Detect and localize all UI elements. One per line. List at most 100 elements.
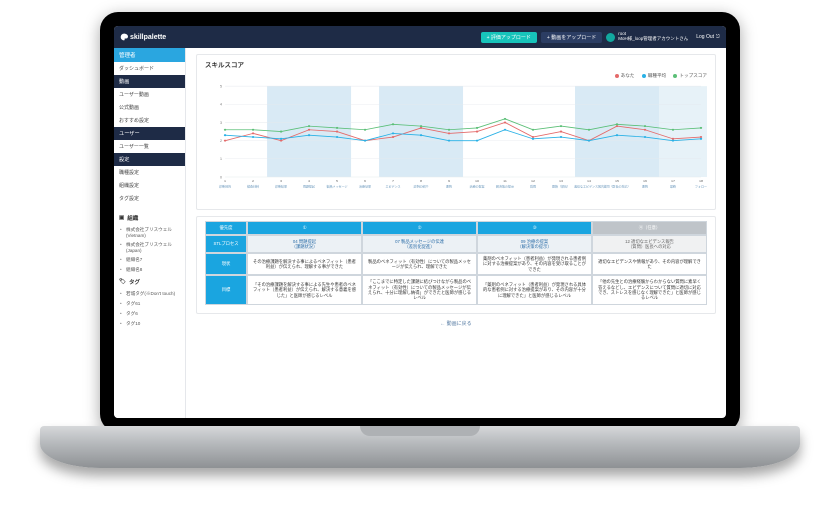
main-content: スキルスコア あなた 職種平均 トップスコア 0123451診断目的2検査材料3… xyxy=(186,48,726,418)
table-head-target: 目標 xyxy=(205,275,247,305)
svg-text:問題提起: 問題提起 xyxy=(303,185,315,189)
sidebar-org-item[interactable]: 組織名8 xyxy=(114,265,185,275)
palette-icon xyxy=(120,33,128,41)
svg-text:13: 13 xyxy=(559,179,563,183)
svg-text:12: 12 xyxy=(531,179,535,183)
svg-text:3: 3 xyxy=(280,179,282,183)
svg-text:9: 9 xyxy=(448,179,450,183)
table-head-process: STLプロセス xyxy=(205,235,247,253)
svg-text:6: 6 xyxy=(364,179,366,183)
table-current-cell: 薬剤のベネフィット（患者利益）が発現される患者例に対する治療提案があり、その内容… xyxy=(477,253,592,275)
brand-logo: skillpalette xyxy=(120,33,166,41)
table-process-cell: 07 製品メッセージの伝達（差別化促進） xyxy=(362,235,477,253)
svg-text:検査材料: 検査材料 xyxy=(247,185,259,189)
sidebar-org-item[interactable]: 株式会社ブリスウェル (Japan) xyxy=(114,240,185,255)
user-name-line: MoH様_loop管理者アカウントさん xyxy=(618,37,688,42)
table-priority-cell: ③ xyxy=(477,221,592,235)
svg-text:要約: 要約 xyxy=(446,185,452,189)
sidebar-head-user: ユーザー xyxy=(114,127,185,140)
laptop-base xyxy=(40,426,800,468)
back-to-video-link[interactable]: ← 動画に戻る xyxy=(196,320,716,327)
svg-text:1: 1 xyxy=(224,179,226,183)
table-process-cell: 12 適切なエビデンス報告（質問）医長への対応 xyxy=(592,235,707,253)
table-current-cell: その治療課題を解決する事によるベネフィット（患者利益）が伝えられ、理解する事がで… xyxy=(247,253,362,275)
svg-text:診断目的: 診断目的 xyxy=(219,185,231,189)
table-column: ①04 問題提起（課題状況）その治療課題を解決する事によるベネフィット（患者利益… xyxy=(247,221,362,305)
svg-text:0: 0 xyxy=(220,176,222,180)
org-icon: ▣ xyxy=(119,215,124,221)
svg-text:最終: 最終 xyxy=(670,185,676,189)
sidebar-tag-item[interactable]: タグ10 xyxy=(114,319,185,329)
svg-text:症例の紹介: 症例の紹介 xyxy=(414,185,429,189)
svg-text:18: 18 xyxy=(699,179,703,183)
sidebar-org-item[interactable]: 株式会社ブリスウェル (Vietnam) xyxy=(114,225,185,240)
svg-text:14: 14 xyxy=(587,179,591,183)
svg-text:10: 10 xyxy=(475,179,479,183)
table-head-current: 現状 xyxy=(205,253,247,275)
sidebar-item-tag-setting[interactable]: タグ設定 xyxy=(114,192,185,205)
skill-score-panel: スキルスコア あなた 職種平均 トップスコア 0123451診断目的2検査材料3… xyxy=(196,54,716,210)
table-priority-cell: ② xyxy=(362,221,477,235)
avatar xyxy=(606,33,615,42)
table-process-cell: 09 治療の提案（解決策の提示） xyxy=(477,235,592,253)
sidebar-tag-item[interactable]: タグ61 xyxy=(114,299,185,309)
svg-text:診断結果: 診断結果 xyxy=(275,185,287,189)
table-column: ②07 製品メッセージの伝達（差別化促進）製品のベネフィット（有効性）についての… xyxy=(362,221,477,305)
svg-text:要約: 要約 xyxy=(642,185,648,189)
table-priority-cell: ④（任意） xyxy=(592,221,707,235)
sidebar-item-recommend[interactable]: おすすめ設定 xyxy=(114,114,185,127)
rubric-table: 優先度STLプロセス現状目標①04 問題提起（課題状況）その治療課題を解決する事… xyxy=(196,216,716,314)
svg-text:5: 5 xyxy=(220,85,222,89)
sidebar-tag-item[interactable]: 若城タグ(※Don't touch) xyxy=(114,289,185,299)
table-column: ③09 治療の提案（解決策の提示）薬剤のベネフィット（患者利益）が発現される患者… xyxy=(477,221,592,305)
sidebar-item-dashboard[interactable]: ダッシュボード xyxy=(114,62,185,75)
table-process-cell: 04 問題提起（課題状況） xyxy=(247,235,362,253)
sidebar-item-job-setting[interactable]: 職種設定 xyxy=(114,166,185,179)
sidebar-item-org-setting[interactable]: 組織設定 xyxy=(114,179,185,192)
svg-text:質問（医長の対応）: 質問（医長の対応） xyxy=(603,185,630,189)
panel-title: スキルスコア xyxy=(205,59,707,69)
svg-text:15: 15 xyxy=(615,179,619,183)
app-header: skillpalette + 評価アップロード + 動画をアップロード root… xyxy=(114,26,726,48)
sidebar-org-title: ▣ 組織 xyxy=(114,211,185,225)
skill-score-chart: 0123451診断目的2検査材料3診断結果4問題提起5製品メッセージ6治療効果7… xyxy=(205,81,707,201)
svg-text:解決策の提示: 解決策の提示 xyxy=(496,185,514,189)
sidebar-org-item[interactable]: 組織名7 xyxy=(114,255,185,265)
svg-text:治療の提案: 治療の提案 xyxy=(469,185,484,189)
svg-text:17: 17 xyxy=(671,179,675,183)
svg-text:4: 4 xyxy=(308,179,310,183)
upload-evaluation-button[interactable]: + 評価アップロード xyxy=(481,32,537,43)
svg-text:2: 2 xyxy=(220,139,222,143)
svg-text:適切なエビデンス報告: 適切なエビデンス報告 xyxy=(574,185,604,189)
svg-text:8: 8 xyxy=(420,179,422,183)
svg-text:エビデンス: エビデンス xyxy=(386,185,401,189)
table-current-cell: 製品のベネフィット（有効性）についての製品メッセージが伝えられ、理解できた xyxy=(362,253,477,275)
sidebar-role-title: 管理者 xyxy=(114,48,185,62)
table-head-priority: 優先度 xyxy=(205,221,247,235)
table-priority-cell: ① xyxy=(247,221,362,235)
upload-video-button[interactable]: + 動画をアップロード xyxy=(541,32,602,43)
table-target-cell: 「その治療課題を解決する事による先生や患者のベネフィット（患者利益）が伝えられ、… xyxy=(247,275,362,305)
sidebar-head-settings: 設定 xyxy=(114,153,185,166)
tag-icon: 🏷 xyxy=(119,279,126,285)
sidebar-tag-title: 🏷 タグ xyxy=(114,275,185,289)
svg-text:5: 5 xyxy=(336,179,338,183)
svg-text:治療効果: 治療効果 xyxy=(359,185,371,189)
svg-text:1: 1 xyxy=(220,157,222,161)
legend-you: あなた xyxy=(615,73,635,79)
svg-text:11: 11 xyxy=(503,179,507,183)
sidebar-item-official-video[interactable]: 公式動画 xyxy=(114,101,185,114)
current-user[interactable]: root MoH様_loop管理者アカウントさん xyxy=(606,32,688,42)
svg-text:2: 2 xyxy=(252,179,254,183)
legend-avg: 職種平均 xyxy=(642,73,666,79)
svg-text:3: 3 xyxy=(220,121,222,125)
svg-text:16: 16 xyxy=(643,179,647,183)
table-target-cell: 「薬剤のベネフィット（患者利益）が発現される具体的な患者例に対する治療提案があり… xyxy=(477,275,592,305)
sidebar-item-user-list[interactable]: ユーザー一覧 xyxy=(114,140,185,153)
sidebar: 管理者 ダッシュボード 動画 ユーザー動画 公式動画 おすすめ設定 ユーザー ユ… xyxy=(114,48,186,418)
sidebar-tag-item[interactable]: タグ6 xyxy=(114,309,185,319)
svg-text:7: 7 xyxy=(392,179,394,183)
sidebar-item-user-video[interactable]: ユーザー動画 xyxy=(114,88,185,101)
logout-button[interactable]: Log Out ⎋ xyxy=(696,34,720,40)
legend-top: トップスコア xyxy=(673,73,707,79)
